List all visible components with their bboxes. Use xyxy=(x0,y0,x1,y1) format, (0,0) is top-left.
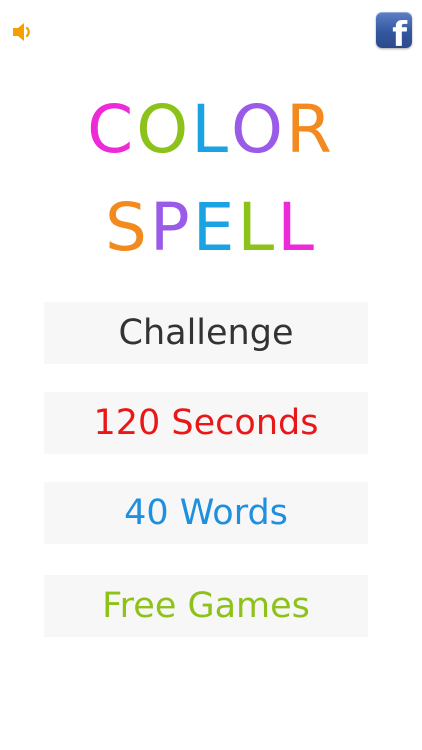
menu-label: Challenge xyxy=(118,313,294,353)
title-letter: E xyxy=(192,189,238,266)
menu-label: 120 Seconds xyxy=(93,403,319,443)
free-games-button[interactable]: Free Games xyxy=(44,575,368,637)
title-line-color: COLOR xyxy=(0,92,422,168)
title-letter: L xyxy=(191,91,231,168)
facebook-button[interactable]: f xyxy=(376,12,412,48)
title-letter: S xyxy=(105,189,150,266)
challenge-button[interactable]: Challenge xyxy=(44,302,368,364)
title-letter: L xyxy=(277,189,317,266)
120-seconds-button[interactable]: 120 Seconds xyxy=(44,392,368,454)
title-letter: O xyxy=(136,91,192,168)
sound-toggle-button[interactable] xyxy=(8,18,38,46)
title-letter: R xyxy=(285,91,335,168)
facebook-icon: f xyxy=(392,15,407,48)
title-letter: C xyxy=(87,91,137,168)
speaker-icon xyxy=(13,23,30,41)
title-letter: P xyxy=(149,189,193,266)
menu-label: 40 Words xyxy=(124,493,288,533)
40-words-button[interactable]: 40 Words xyxy=(44,482,368,544)
title-letter: O xyxy=(231,91,286,168)
title-letter: L xyxy=(237,189,278,266)
menu-label: Free Games xyxy=(102,586,310,626)
title-line-spell: SPELL xyxy=(0,190,422,266)
